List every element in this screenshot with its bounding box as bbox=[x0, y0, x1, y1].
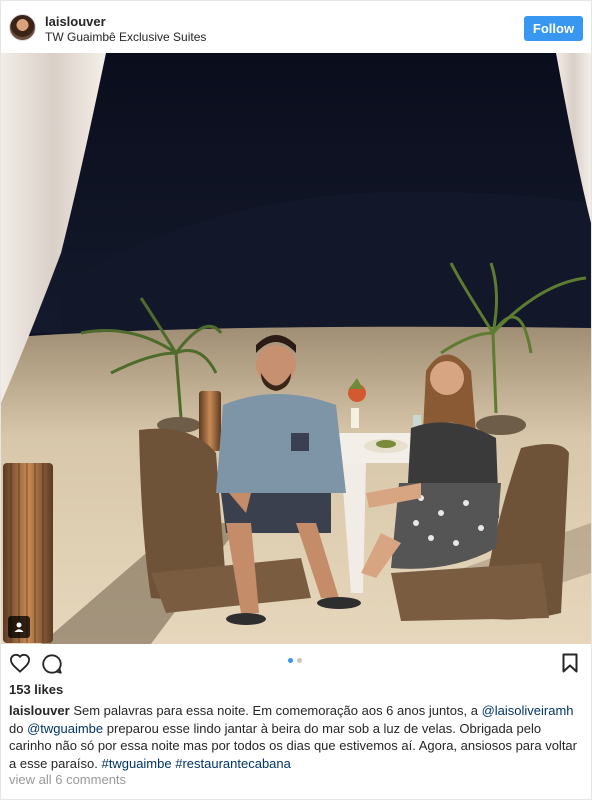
caption-mention-laisoliveiramh[interactable]: @laisoliveiramh bbox=[482, 703, 574, 718]
caption-text: do bbox=[9, 720, 28, 736]
comment-icon[interactable] bbox=[41, 653, 63, 675]
post-location[interactable]: TW Guaimbê Exclusive Suites bbox=[45, 30, 206, 44]
caption-hashtag-restaurantecabana[interactable]: #restaurantecabana bbox=[175, 756, 291, 771]
bookmark-icon[interactable] bbox=[562, 653, 578, 673]
view-all-comments-link[interactable]: view all 6 comments bbox=[9, 772, 126, 787]
caption-text: Sem palavras para essa noite. Em comemor… bbox=[69, 703, 482, 718]
follow-button[interactable]: Follow bbox=[524, 16, 583, 41]
post-photo[interactable] bbox=[1, 53, 591, 644]
heart-icon[interactable] bbox=[9, 653, 31, 673]
avatar[interactable] bbox=[9, 14, 36, 41]
caption-author[interactable]: laislouver bbox=[9, 703, 70, 718]
post-username[interactable]: laislouver bbox=[45, 14, 106, 29]
person-icon[interactable] bbox=[8, 616, 30, 638]
caption-mention-twguaimbe[interactable]: @twguaimbe bbox=[27, 721, 103, 736]
post-header: laislouver TW Guaimbê Exclusive Suites F… bbox=[1, 1, 591, 53]
like-count[interactable]: 153 likes bbox=[9, 682, 63, 697]
post-caption: laislouver Sem palavras para essa noite.… bbox=[9, 702, 587, 772]
caption-hashtag-twguaimbe[interactable]: #twguaimbe bbox=[102, 756, 172, 771]
carousel-dot[interactable] bbox=[297, 658, 302, 663]
photo-scene bbox=[1, 53, 591, 644]
post-actions bbox=[1, 645, 591, 681]
carousel-indicator bbox=[288, 658, 302, 663]
instagram-post-card: laislouver TW Guaimbê Exclusive Suites F… bbox=[0, 0, 592, 800]
carousel-dot-active[interactable] bbox=[288, 658, 293, 663]
